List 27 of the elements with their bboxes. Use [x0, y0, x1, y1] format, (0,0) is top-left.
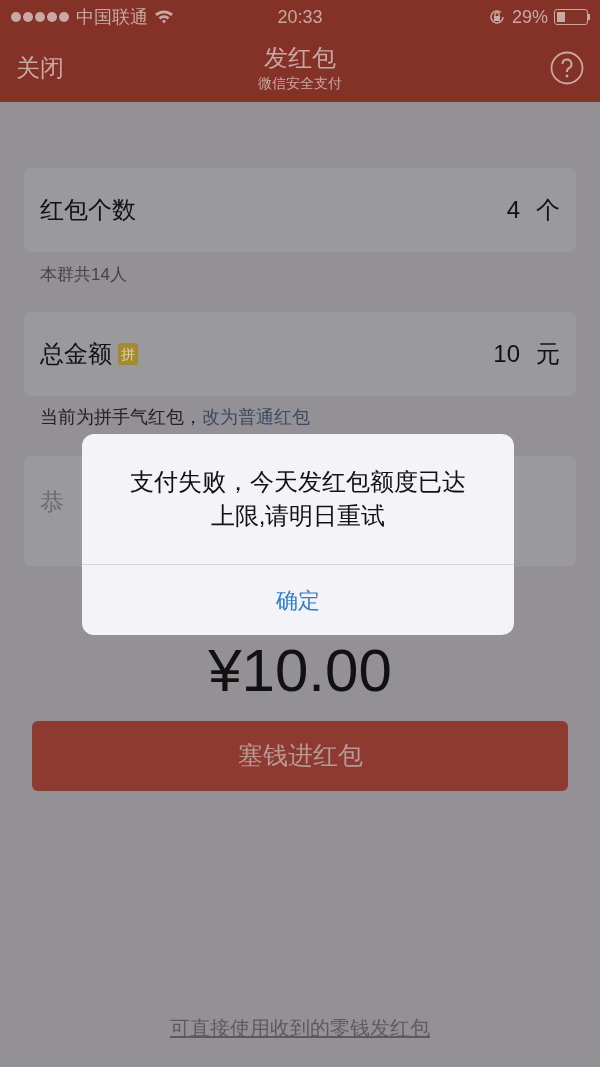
submit-button[interactable]: 塞钱进红包 [32, 721, 568, 791]
close-link[interactable]: 关闭 [16, 50, 96, 86]
confirm-button[interactable]: 确定 [82, 565, 514, 635]
packet-type-note: 当前为拼手气红包， [40, 406, 202, 429]
carrier-name: 中国联通 [76, 5, 148, 29]
amount-unit: 元 [536, 339, 560, 369]
alert-message: 支付失败，今天发红包额度已达上限,请明日重试 [129, 467, 467, 531]
battery-percent: 29% [511, 5, 548, 29]
change-payment-link[interactable]: 可直接使用收到的零钱发红包 [170, 1013, 430, 1043]
count-unit: 个 [536, 195, 560, 225]
page-subtitle: 微信安全支付 [258, 74, 342, 93]
total-amount: ¥10.00 [208, 636, 392, 706]
amount-value: 10 [493, 339, 520, 369]
battery-icon [554, 9, 590, 25]
status-time: 20:33 [277, 5, 323, 29]
count-row[interactable]: 红包个数 4 个 [24, 168, 576, 252]
rotation-lock-icon [487, 8, 506, 26]
random-badge: 拼 [118, 343, 138, 365]
help-icon[interactable] [550, 51, 584, 85]
page-title: 发红包 [264, 43, 336, 73]
count-label: 红包个数 [40, 195, 136, 225]
wifi-icon [154, 9, 174, 25]
signal-icon [10, 11, 70, 23]
group-size-note: 本群共14人 [39, 264, 128, 286]
count-value: 4 [506, 195, 520, 225]
amount-row[interactable]: 总金额 拼 10 元 [24, 312, 576, 396]
amount-label: 总金额 [40, 339, 112, 369]
